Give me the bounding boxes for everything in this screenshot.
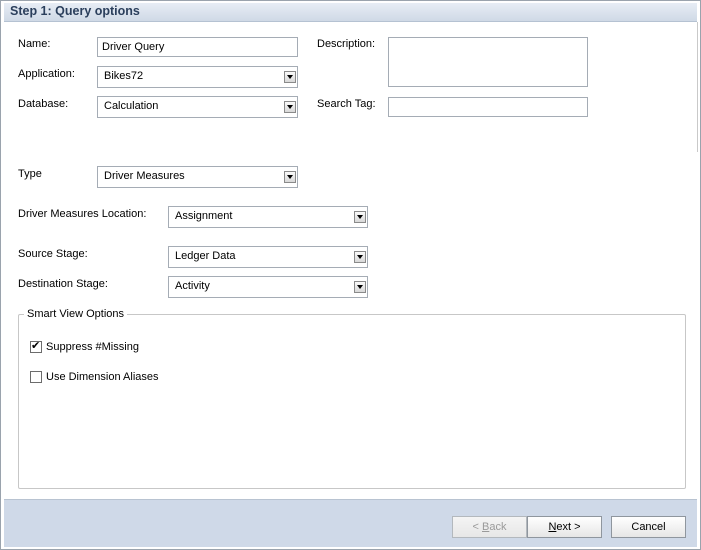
smart-view-options-legend: Smart View Options [24,308,128,320]
search-tag-label: Search Tag: [317,98,376,110]
application-label: Application: [18,68,75,80]
driver-measures-location-value: Assignment [175,210,233,222]
chevron-down-icon[interactable] [284,171,296,183]
application-select[interactable]: Bikes72 [97,66,298,88]
chevron-down-icon[interactable] [284,71,296,83]
chevron-down-icon[interactable] [354,281,366,293]
destination-stage-value: Activity [175,280,210,292]
suppress-missing-label[interactable]: Suppress #Missing [46,341,139,353]
cancel-label: Cancel [631,521,666,533]
back-button[interactable]: < Back [452,516,527,538]
suppress-missing-checkbox[interactable] [30,339,42,353]
back-rest: ack [489,521,507,533]
name-label: Name: [18,38,51,50]
type-select[interactable]: Driver Measures [97,166,298,188]
application-value: Bikes72 [104,70,144,82]
description-textarea[interactable] [388,37,588,87]
destination-stage-label: Destination Stage: [18,278,108,290]
search-tag-input[interactable] [388,97,588,117]
back-prefix: < [472,521,482,533]
step-title: Step 1: Query options [10,4,140,18]
database-label: Database: [18,98,69,110]
type-label: Type [18,168,42,180]
driver-measures-location-label: Driver Measures Location: [18,208,147,220]
chevron-down-icon[interactable] [284,101,296,113]
driver-measures-location-select[interactable]: Assignment [168,206,368,228]
name-input[interactable] [97,37,298,57]
scroll-edge [697,22,701,152]
next-rest: ext > [556,521,581,533]
chevron-down-icon[interactable] [354,211,366,223]
database-select[interactable]: Calculation [97,96,298,118]
description-label: Description: [317,38,376,50]
source-stage-select[interactable]: Ledger Data [168,246,368,268]
chevron-down-icon[interactable] [354,251,366,263]
step-header: Step 1: Query options [4,3,697,22]
cancel-button[interactable]: Cancel [611,516,686,538]
use-dimension-aliases-checkbox[interactable] [30,371,42,383]
use-dimension-aliases-label[interactable]: Use Dimension Aliases [46,371,159,383]
database-value: Calculation [104,100,159,112]
source-stage-value: Ledger Data [175,250,236,262]
destination-stage-select[interactable]: Activity [168,276,368,298]
next-button[interactable]: Next > [527,516,602,538]
type-value: Driver Measures [104,170,185,182]
source-stage-label: Source Stage: [18,248,88,260]
